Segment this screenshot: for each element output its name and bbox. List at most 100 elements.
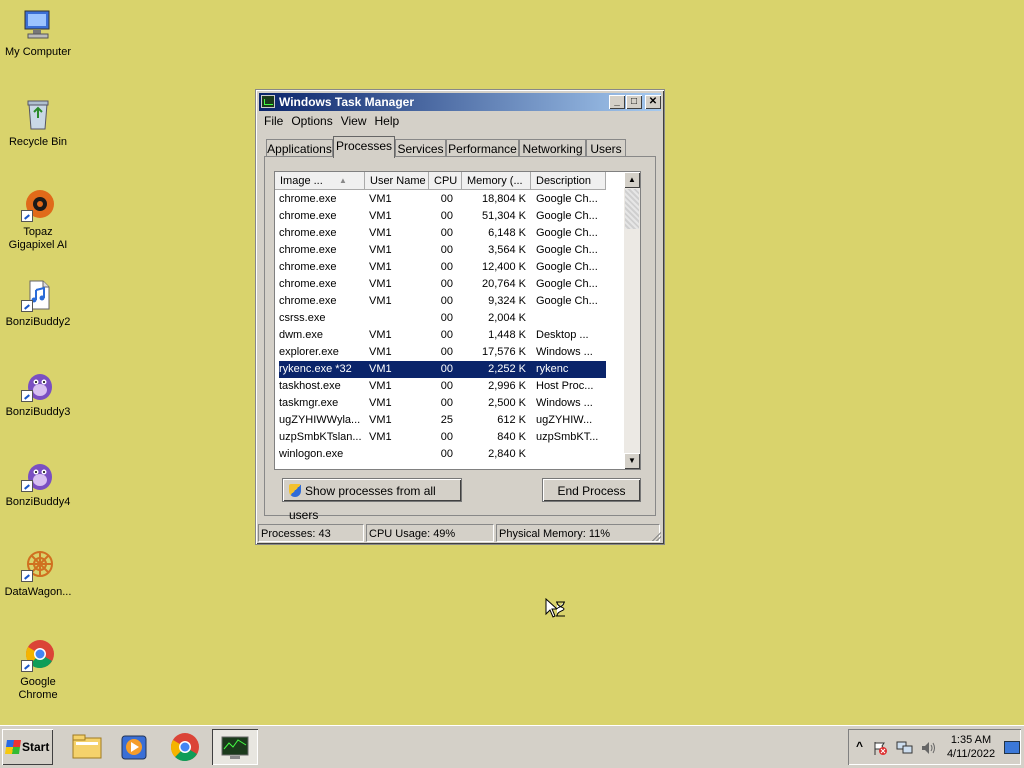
desktop-icon-label: BonziBuddy2 [5, 316, 71, 328]
table-row[interactable]: chrome.exe VM1 00 3,564 K Google Ch... [279, 242, 606, 259]
bonzibuddy-icon [21, 368, 55, 402]
cell-memory: 2,840 K [488, 448, 526, 460]
title-bar[interactable]: Windows Task Manager _ □ ✕ [259, 93, 661, 111]
tab-processes[interactable]: Processes [333, 136, 395, 158]
maximize-button[interactable]: □ [626, 95, 642, 109]
scroll-down-icon[interactable]: ▼ [624, 453, 640, 469]
desktop-icon-label: Recycle Bin [8, 136, 68, 148]
table-row[interactable]: taskmgr.exe VM1 00 2,500 K Windows ... [279, 395, 606, 412]
table-row[interactable]: csrss.exe 00 2,004 K [279, 310, 606, 327]
table-row[interactable]: chrome.exe VM1 00 51,304 K Google Ch... [279, 208, 606, 225]
tab-networking[interactable]: Networking [519, 139, 586, 157]
cell-user-name: VM1 [369, 431, 392, 443]
desktop-icon-recycle-bin[interactable]: Recycle Bin [0, 98, 76, 149]
desktop-icon-google-chrome[interactable]: Google Chrome [0, 638, 76, 702]
cell-memory: 840 K [497, 431, 526, 443]
cell-user-name: VM1 [369, 295, 392, 307]
cell-image-name: taskhost.exe [279, 380, 341, 392]
menu-options[interactable]: Options [287, 112, 336, 130]
menu-file[interactable]: File [260, 112, 287, 130]
tab-users[interactable]: Users [586, 139, 626, 157]
desktop-icon-topaz-gigapixel[interactable]: Topaz Gigapixel AI [0, 188, 76, 252]
desktop-icon-datawagon[interactable]: DataWagon... [0, 548, 76, 599]
table-row[interactable]: chrome.exe VM1 00 18,804 K Google Ch... [279, 191, 606, 208]
cell-description: Host Proc... [536, 380, 594, 392]
desktop-icon-bonzibuddy4[interactable]: BonziBuddy4 [0, 458, 76, 509]
show-all-processes-button[interactable]: Show processes from all users [282, 478, 462, 522]
volume-icon[interactable] [920, 740, 936, 756]
table-row[interactable]: chrome.exe VM1 00 20,764 K Google Ch... [279, 276, 606, 293]
tab-applications[interactable]: Applications [266, 139, 333, 157]
cell-user-name: VM1 [369, 278, 392, 290]
desktop-icon-bonzibuddy3[interactable]: BonziBuddy3 [0, 368, 76, 419]
computer-icon [21, 8, 55, 42]
process-list[interactable]: Image ... ▲ User Name CPU Memory (... Des… [274, 171, 641, 470]
cell-cpu: 00 [440, 227, 453, 239]
minimize-button[interactable]: _ [609, 95, 625, 109]
column-description[interactable]: Description [531, 172, 606, 190]
cell-memory: 3,564 K [488, 244, 526, 256]
desktop-icon-my-computer[interactable]: My Computer [0, 8, 76, 59]
datawagon-icon [21, 548, 55, 582]
taskbar: Start ^ 1:35 AM 4/11/2022 [0, 725, 1024, 768]
cell-user-name: VM1 [369, 244, 392, 256]
show-desktop-button[interactable] [1004, 741, 1020, 754]
table-row[interactable]: chrome.exe VM1 00 9,324 K Google Ch... [279, 293, 606, 310]
cell-image-name: chrome.exe [279, 261, 337, 273]
tab-performance[interactable]: Performance [446, 139, 519, 157]
table-row[interactable]: winlogon.exe 00 2,840 K [279, 446, 606, 463]
clock[interactable]: 1:35 AM 4/11/2022 [941, 733, 1001, 761]
taskbar-file-explorer[interactable] [64, 729, 110, 765]
menu-view[interactable]: View [337, 112, 371, 130]
cell-image-name: chrome.exe [279, 295, 337, 307]
cell-user-name: VM1 [369, 346, 392, 358]
close-button[interactable]: ✕ [645, 95, 661, 109]
cell-image-name: chrome.exe [279, 227, 337, 239]
taskbar-media-player[interactable] [112, 729, 158, 765]
table-row[interactable]: explorer.exe VM1 00 17,576 K Windows ... [279, 344, 606, 361]
column-headers: Image ... ▲ User Name CPU Memory (... Des… [275, 172, 615, 190]
show-hidden-icons-icon[interactable]: ^ [856, 739, 863, 753]
column-user-name[interactable]: User Name [365, 172, 429, 190]
file-icon [21, 278, 55, 312]
column-cpu[interactable]: CPU [429, 172, 462, 190]
vertical-scrollbar[interactable]: ▲ ▼ [624, 172, 640, 469]
network-icon[interactable] [896, 740, 914, 756]
table-row[interactable]: uzpSmbKTslan... VM1 00 840 K uzpSmbKT... [279, 429, 606, 446]
column-memory[interactable]: Memory (... [462, 172, 531, 190]
table-row[interactable]: taskhost.exe VM1 00 2,996 K Host Proc... [279, 378, 606, 395]
table-row[interactable]: ugZYHIWWyla... VM1 25 612 K ugZYHIW... [279, 412, 606, 429]
cell-image-name: chrome.exe [279, 244, 337, 256]
cell-description: Windows ... [536, 397, 593, 409]
cell-cpu: 00 [440, 397, 453, 409]
column-image-name[interactable]: Image ... ▲ [275, 172, 365, 190]
taskbar-task-manager[interactable] [212, 729, 258, 765]
cell-memory: 9,324 K [488, 295, 526, 307]
table-row[interactable]: chrome.exe VM1 00 6,148 K Google Ch... [279, 225, 606, 242]
status-physical-memory: Physical Memory: 11% [496, 524, 660, 542]
table-row[interactable]: chrome.exe VM1 00 12,400 K Google Ch... [279, 259, 606, 276]
tab-services[interactable]: Services [395, 139, 446, 157]
scroll-up-icon[interactable]: ▲ [624, 172, 640, 188]
cell-cpu: 00 [440, 380, 453, 392]
cell-image-name: dwm.exe [279, 329, 324, 341]
cell-description: Google Ch... [536, 210, 598, 222]
cell-memory: 12,400 K [481, 261, 526, 273]
cell-cpu: 00 [440, 431, 453, 443]
cell-description: Desktop ... [536, 329, 589, 341]
desktop-icon-bonzibuddy2[interactable]: BonziBuddy2 [0, 278, 76, 329]
start-button[interactable]: Start [2, 729, 53, 765]
cell-user-name: VM1 [369, 380, 392, 392]
shortcut-arrow-icon [21, 570, 33, 582]
scroll-thumb[interactable] [625, 189, 639, 229]
end-process-button[interactable]: End Process [542, 478, 641, 502]
action-center-flag-icon[interactable] [872, 740, 888, 756]
cell-cpu: 00 [440, 210, 453, 222]
resize-grip[interactable] [651, 531, 661, 541]
task-manager-window[interactable]: Windows Task Manager _ □ ✕ File Options Vi… [255, 89, 665, 545]
table-row[interactable]: dwm.exe VM1 00 1,448 K Desktop ... [279, 327, 606, 344]
table-row[interactable]: rykenc.exe *32 VM1 00 2,252 K rykenc [279, 361, 606, 378]
cell-cpu: 00 [440, 363, 453, 375]
menu-help[interactable]: Help [371, 112, 404, 130]
taskbar-google-chrome[interactable] [162, 729, 208, 765]
